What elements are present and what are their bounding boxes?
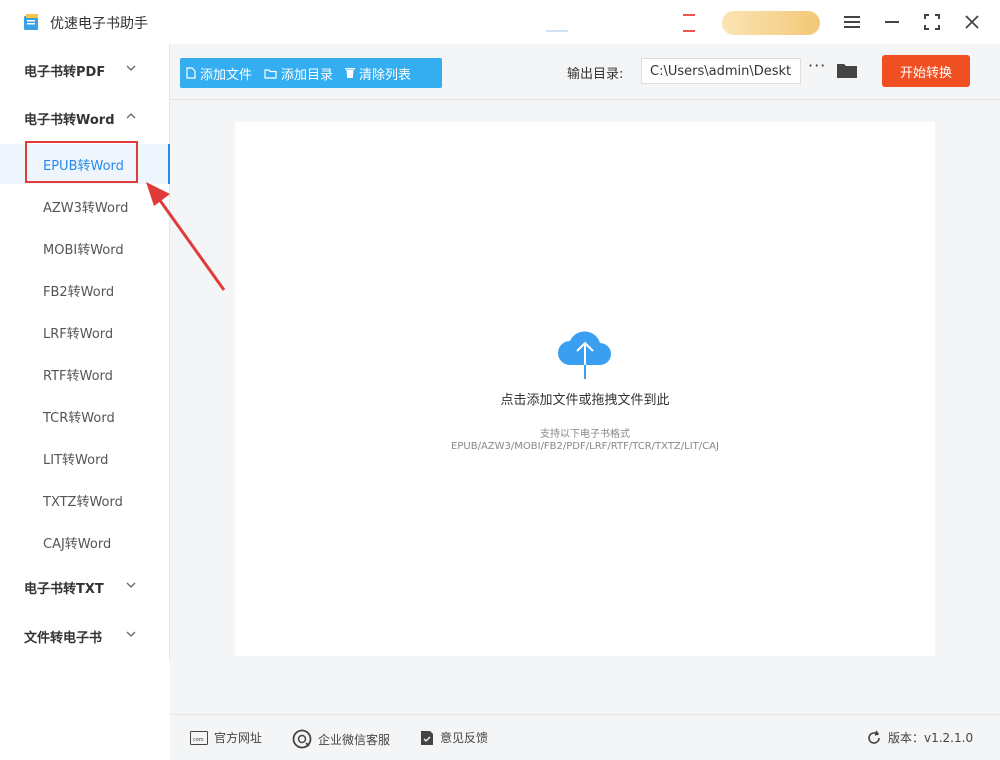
sidebar-item-label: AZW3转Word (43, 200, 129, 216)
sidebar-group-txt[interactable]: 电子书转TXT (0, 567, 170, 607)
sidebar-item-label: TCR转Word (43, 410, 115, 426)
feedback-link[interactable]: 意见反馈 (420, 729, 488, 746)
official-website-link[interactable]: com 官方网址 (190, 729, 262, 746)
folder-icon[interactable] (837, 62, 857, 78)
sidebar-group-label: 电子书转Word (24, 112, 115, 128)
feedback-icon (421, 730, 433, 745)
sidebar-item-azw3-word[interactable]: AZW3转Word (0, 186, 170, 226)
add-folder-button[interactable]: 添加目录 (258, 58, 339, 88)
trash-icon (345, 68, 356, 78)
sidebar-item-txtz-word[interactable]: TXTZ转Word (0, 480, 170, 520)
main-panel: 添加文件 添加目录 清除列表 输出目录: ··· 开始转换 点击添加文件或拖拽文… (170, 44, 1000, 760)
clear-list-label: 清除列表 (359, 67, 412, 83)
sidebar-item-label: RTF转Word (43, 368, 113, 384)
sidebar-group-label: 文件转电子书 (24, 630, 103, 646)
toolbar: 添加文件 添加目录 清除列表 输出目录: ··· 开始转换 (170, 44, 1000, 100)
svg-text:com: com (193, 737, 204, 743)
sidebar-item-label: FB2转Word (43, 284, 115, 300)
sidebar-group-label: 电子书转TXT (24, 581, 104, 597)
chevron-up-icon (126, 113, 136, 119)
start-convert-button[interactable]: 开始转换 (882, 55, 970, 87)
sidebar-item-lrf-word[interactable]: LRF转Word (0, 312, 170, 352)
sidebar-item-lit-word[interactable]: LIT转Word (0, 438, 170, 478)
sidebar-item-label: LIT转Word (43, 452, 109, 468)
version-info: 版本：v1.2.1.0 (866, 729, 973, 746)
sidebar-item-tcr-word[interactable]: TCR转Word (0, 396, 170, 436)
supported-formats-text: EPUB/AZW3/MOBI/FB2/PDF/LRF/RTF/TCR/TXTZ/… (451, 441, 719, 452)
vip-banner[interactable] (722, 11, 820, 35)
add-folder-label: 添加目录 (281, 67, 334, 83)
sidebar-item-caj-word[interactable]: CAJ转Word (0, 522, 170, 562)
menu-icon[interactable] (840, 10, 864, 34)
app-logo-icon (24, 14, 38, 30)
app-title: 优速电子书助手 (50, 16, 148, 32)
official-website-label: 官方网址 (214, 731, 263, 745)
sidebar-item-label: CAJ转Word (43, 536, 112, 552)
more-options-button[interactable]: ··· (808, 56, 826, 75)
title-bar: 优速电子书助手 (0, 0, 1000, 44)
maximize-icon[interactable] (920, 10, 944, 34)
sidebar-item-rtf-word[interactable]: RTF转Word (0, 354, 170, 394)
chevron-down-icon (126, 582, 136, 588)
sidebar-item-epub-word[interactable]: EPUB转Word (0, 144, 170, 184)
refresh-icon[interactable] (866, 730, 882, 746)
drop-zone-sub-text: 支持以下电子书格式 (540, 429, 630, 440)
feedback-label: 意见反馈 (440, 731, 489, 745)
file-icon (186, 67, 196, 79)
sidebar-group-pdf[interactable]: 电子书转PDF (0, 50, 170, 90)
sidebar-item-fb2-word[interactable]: FB2转Word (0, 270, 170, 310)
sidebar-item-label: LRF转Word (43, 326, 114, 342)
header-decoration (546, 16, 568, 32)
drop-zone[interactable]: 点击添加文件或拖拽文件到此 支持以下电子书格式 EPUB/AZW3/MOBI/F… (235, 122, 935, 656)
sidebar-group-label: 电子书转PDF (24, 64, 106, 80)
sidebar-item-mobi-word[interactable]: MOBI转Word (0, 228, 170, 268)
add-file-button[interactable]: 添加文件 (180, 58, 258, 88)
add-file-label: 添加文件 (200, 67, 253, 83)
sidebar-group-ebook[interactable]: 文件转电子书 (0, 616, 170, 656)
sidebar-group-word[interactable]: 电子书转Word (0, 98, 170, 138)
minimize-icon[interactable] (880, 10, 904, 34)
cloud-upload-icon (558, 331, 611, 379)
output-dir-label: 输出目录: (567, 67, 624, 82)
version-label: 版本：v1.2.1.0 (888, 731, 974, 745)
drop-zone-main-text: 点击添加文件或拖拽文件到此 (500, 393, 670, 408)
folder-outline-icon (264, 68, 277, 79)
sidebar-item-label: TXTZ转Word (43, 494, 123, 510)
file-button-group: 添加文件 添加目录 清除列表 (180, 58, 442, 88)
wechat-icon (292, 729, 312, 749)
wechat-service-label: 企业微信客服 (318, 732, 391, 747)
close-icon[interactable] (960, 10, 984, 34)
clear-list-button[interactable]: 清除列表 (339, 58, 417, 88)
header-decoration-icon[interactable] (683, 14, 695, 32)
sidebar-item-label: MOBI转Word (43, 242, 124, 258)
chevron-down-icon (126, 65, 136, 71)
chevron-down-icon (126, 631, 136, 637)
footer: com 官方网址 企业微信客服 意见反馈 版本：v1.2.1.0 (170, 714, 1000, 760)
output-dir-input[interactable] (641, 58, 801, 84)
sidebar: 电子书转PDF 电子书转Word EPUB转Word AZW3转Word MOB… (0, 44, 170, 660)
wechat-service-link[interactable]: 企业微信客服 (292, 729, 390, 749)
website-icon: com (190, 730, 208, 745)
sidebar-item-label: EPUB转Word (43, 158, 124, 174)
